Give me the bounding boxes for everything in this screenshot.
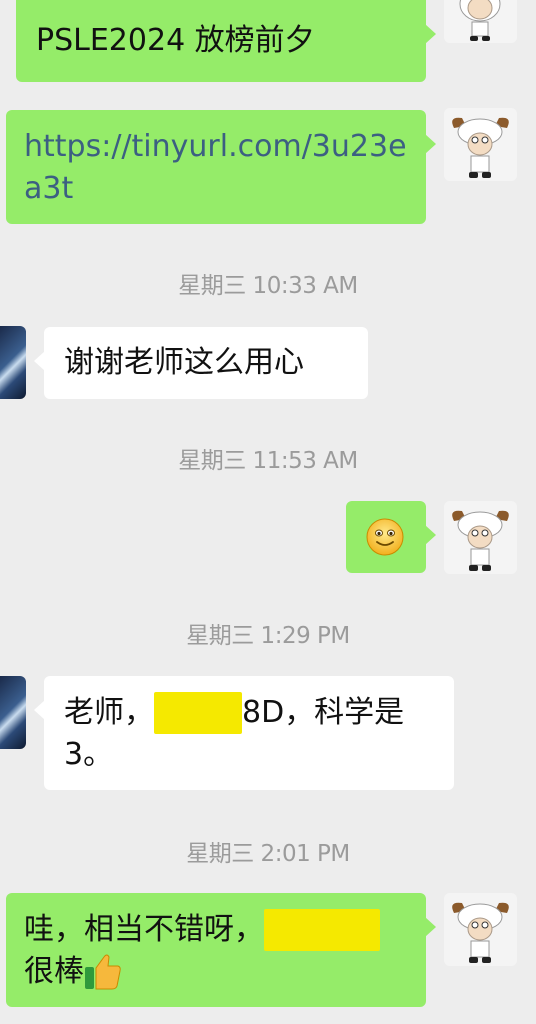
redacted-name	[154, 692, 242, 734]
smiling-face-icon	[366, 518, 404, 556]
goat-avatar-icon	[444, 0, 517, 43]
message-text-part: 哇，相当不错呀，	[24, 912, 264, 947]
my-avatar[interactable]	[444, 501, 517, 574]
link-line-1[interactable]: https://tinyurl.com/3u23e	[24, 126, 407, 168]
contact-avatar[interactable]	[0, 676, 26, 749]
timestamp: 星期三 1:29 PM	[186, 623, 350, 649]
message-text-part: 8D，科学是	[242, 695, 405, 730]
goat-avatar-icon	[444, 501, 517, 574]
timestamp: 星期三 11:53 AM	[178, 448, 358, 474]
my-avatar[interactable]	[444, 893, 517, 966]
message-text: PSLE2024 放榜前夕	[36, 23, 315, 58]
my-avatar[interactable]	[444, 108, 517, 181]
timestamp: 星期三 10:33 AM	[178, 273, 358, 299]
message-text: 哇，相当不错呀， 很棒	[24, 909, 380, 993]
my-avatar[interactable]	[444, 0, 517, 43]
message-text-line: 很棒	[24, 954, 84, 989]
redacted-name	[264, 909, 380, 951]
message-bubble-outgoing[interactable]	[346, 501, 436, 573]
goat-avatar-icon	[444, 108, 517, 181]
message-text-part: 老师，	[64, 695, 154, 730]
message-bubble-outgoing[interactable]: https://tinyurl.com/3u23e a3t	[6, 110, 436, 224]
message-text-line: 3。	[64, 737, 114, 772]
message-text: 老师， 8D，科学是 3。	[64, 692, 404, 776]
link-line-2[interactable]: a3t	[24, 168, 407, 210]
link-text[interactable]: https://tinyurl.com/3u23e a3t	[24, 126, 407, 210]
goat-avatar-icon	[444, 893, 517, 966]
message-bubble-incoming[interactable]: 谢谢老师这么用心	[34, 327, 368, 399]
thumbs-up-icon	[85, 954, 121, 990]
timestamp: 星期三 2:01 PM	[186, 841, 350, 867]
contact-avatar[interactable]	[0, 326, 26, 399]
message-bubble-outgoing[interactable]: 哇，相当不错呀， 很棒	[6, 893, 436, 1007]
message-bubble-incoming[interactable]: 老师， 8D，科学是 3。	[34, 676, 454, 790]
message-text: 谢谢老师这么用心	[64, 345, 304, 380]
message-bubble-outgoing[interactable]: PSLE2024 放榜前夕	[16, 0, 436, 82]
